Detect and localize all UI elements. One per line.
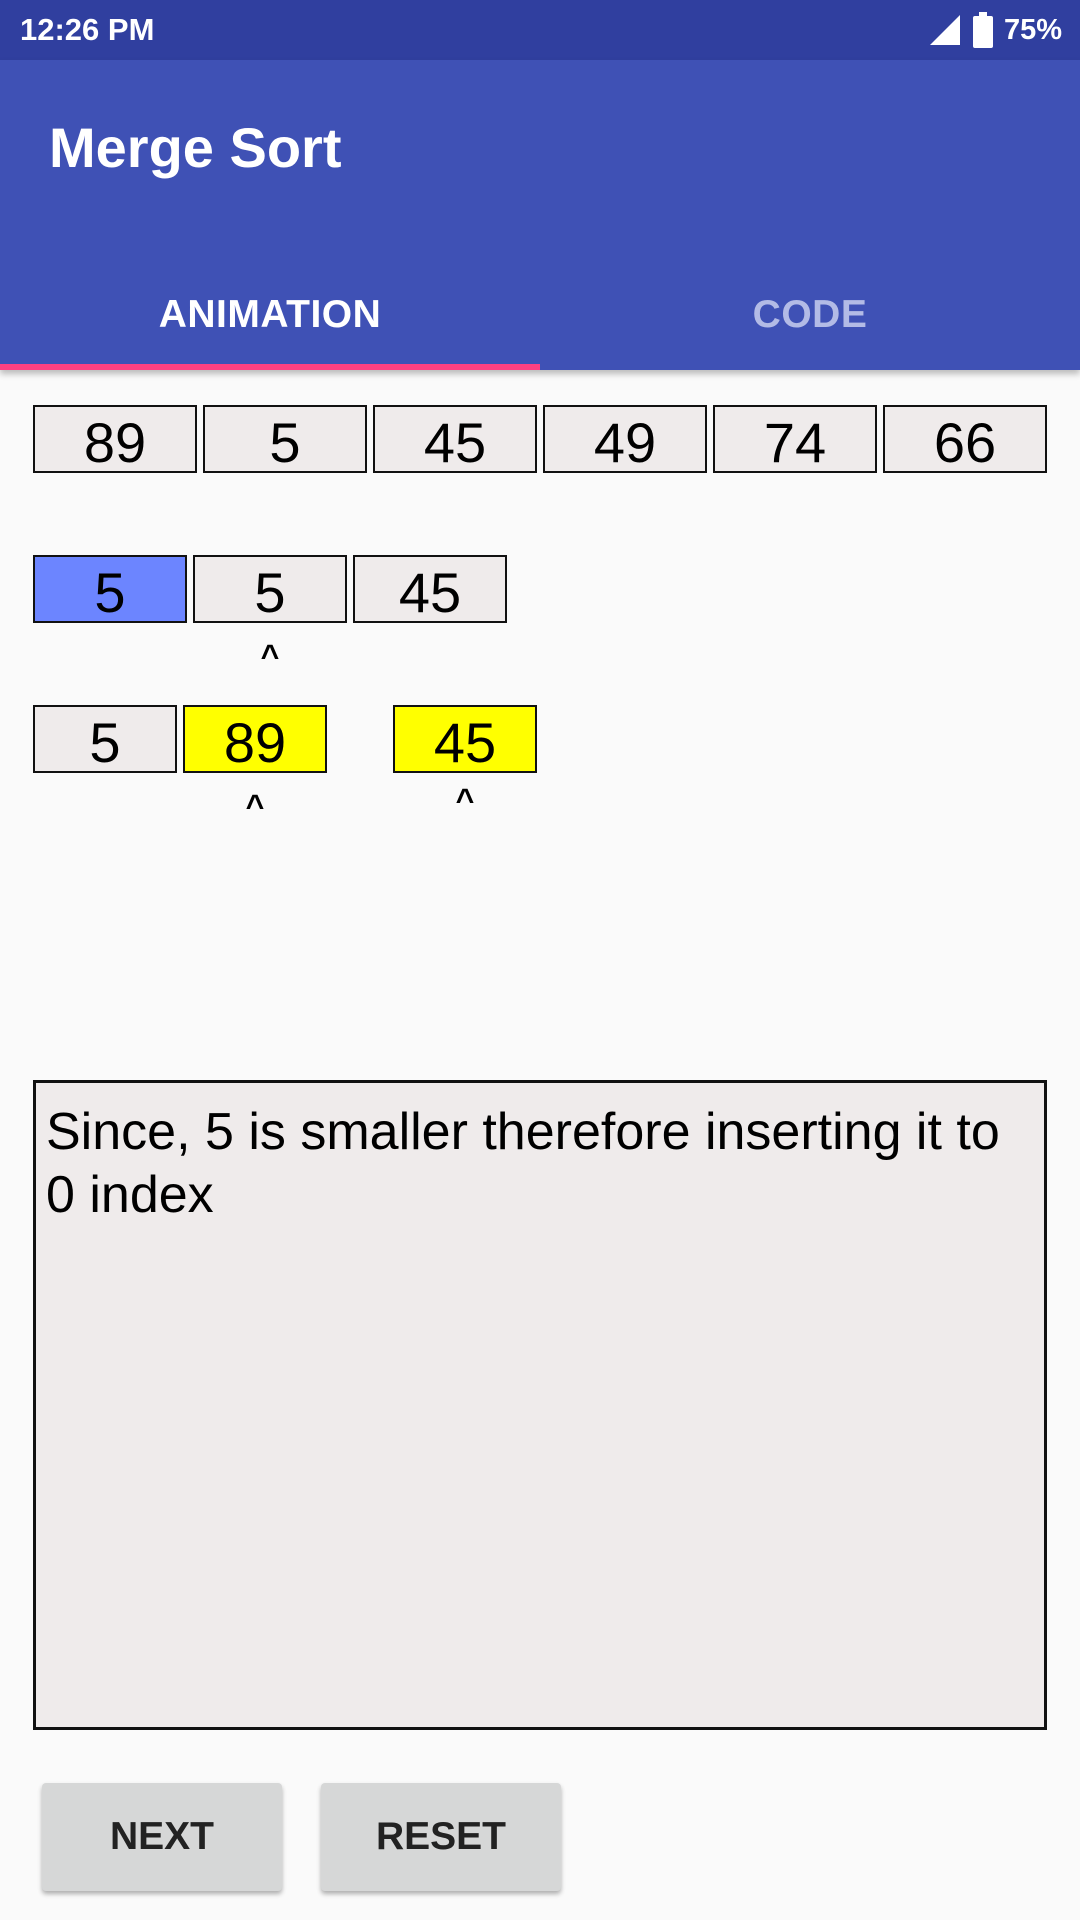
next-button[interactable]: NEXT	[42, 1783, 282, 1891]
status-bar: 12:26 PM 75%	[0, 0, 1080, 60]
tab-animation[interactable]: ANIMATION	[0, 260, 540, 370]
right-cell-compared: 45	[393, 705, 537, 773]
array-cell: 49	[543, 405, 707, 473]
merged-cell: 5	[193, 555, 347, 623]
reset-button[interactable]: RESET	[321, 1783, 561, 1891]
battery-percent: 75%	[1003, 13, 1062, 46]
array-cell: 45	[373, 405, 537, 473]
app-title: Merge Sort	[49, 116, 342, 179]
left-cell: 5	[33, 705, 177, 773]
tab-indicator	[0, 364, 540, 370]
battery-icon	[972, 12, 993, 48]
left-pointer: ^	[245, 788, 265, 824]
app-bar: Merge Sort ANIMATION CODE	[0, 60, 1080, 370]
status-time: 12:26 PM	[20, 12, 155, 47]
array-cell: 89	[33, 405, 197, 473]
right-pointer: ^	[455, 782, 475, 818]
merged-pointer: ^	[260, 638, 280, 674]
cell-signal-icon	[929, 15, 960, 45]
merged-cell: 45	[353, 555, 507, 623]
array-cell: 5	[203, 405, 367, 473]
left-cell-compared: 89	[183, 705, 327, 773]
array-cell: 66	[883, 405, 1047, 473]
status-icons: 75%	[928, 10, 1062, 50]
tab-code[interactable]: CODE	[540, 260, 1080, 370]
explanation-text: Since, 5 is smaller therefore inserting …	[33, 1080, 1047, 1730]
merged-cell-current: 5	[33, 555, 187, 623]
array-cell: 74	[713, 405, 877, 473]
